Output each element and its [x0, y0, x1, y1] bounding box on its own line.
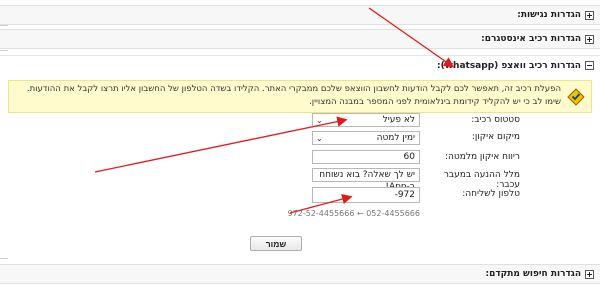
row-phone: טלפון לשליחה: 972- [0, 187, 600, 203]
notice-text: הפעלת רכיב זה, תאפשר לכם לקבל הודעות לחש… [26, 84, 561, 107]
margin-input[interactable]: 60 [312, 150, 420, 164]
row-margin: ריווח איקון מלמטה: 60 [0, 150, 600, 166]
row-position: מיקום איקון: ימין למטה ⌄ [0, 130, 600, 146]
expand-icon[interactable] [585, 10, 594, 20]
phone-input[interactable]: 972- [312, 187, 420, 203]
section-title: הגדרות רכיב אינסטגרם: [481, 34, 581, 44]
phone-label: טלפון לשליחה: [462, 189, 520, 199]
phone-hint: 972-52-4455666 ← 052-4455666 [287, 209, 420, 218]
section-advanced-search[interactable]: הגדרות חיפוש מתקדם: [0, 264, 600, 284]
position-select[interactable]: ימין למטה ⌄ [312, 131, 420, 145]
expand-icon[interactable] [585, 34, 594, 44]
row-status: סטטוס רכיב: לא פעיל ⌄ [0, 113, 600, 129]
expand-icon[interactable] [585, 269, 594, 279]
section-instagram[interactable]: הגדרות רכיב אינסטגרם: [0, 29, 600, 49]
whatsapp-notice: הפעלת רכיב זה, תאפשר לכם לקבל הודעות לחש… [8, 80, 592, 113]
collapse-icon[interactable] [585, 61, 594, 70]
warning-icon [567, 88, 585, 106]
chevron-down-icon: ⌄ [316, 134, 323, 143]
status-select[interactable]: לא פעיל ⌄ [312, 113, 420, 127]
divider [0, 50, 8, 51]
chevron-down-icon: ⌄ [316, 116, 323, 125]
margin-label: ריווח איקון מלמטה: [444, 152, 520, 162]
position-value: ימין למטה [376, 133, 415, 143]
section-whatsapp[interactable]: הגדרות רכיב וואצפ (whatsapp): [0, 55, 600, 75]
section-title: הגדרות חיפוש מתקדם: [485, 269, 581, 279]
status-label: סטטוס רכיב: [471, 115, 520, 125]
save-button[interactable]: שמור [250, 236, 302, 251]
position-label: מיקום איקון: [471, 132, 520, 142]
divider [0, 25, 8, 26]
section-title: הגדרות רכיב וואצפ (whatsapp): [437, 60, 581, 71]
section-title: הגדרות נגישות: [517, 10, 581, 20]
divider [0, 258, 8, 259]
row-message: מלל ההנעה במעבר עכבר: יש לך שאלה? בוא נש… [0, 168, 600, 192]
status-value: לא פעיל [382, 115, 415, 125]
message-input[interactable]: יש לך שאלה? בוא נשוחח ב-App! [312, 168, 420, 192]
section-accessibility[interactable]: הגדרות נגישות: [0, 5, 600, 25]
